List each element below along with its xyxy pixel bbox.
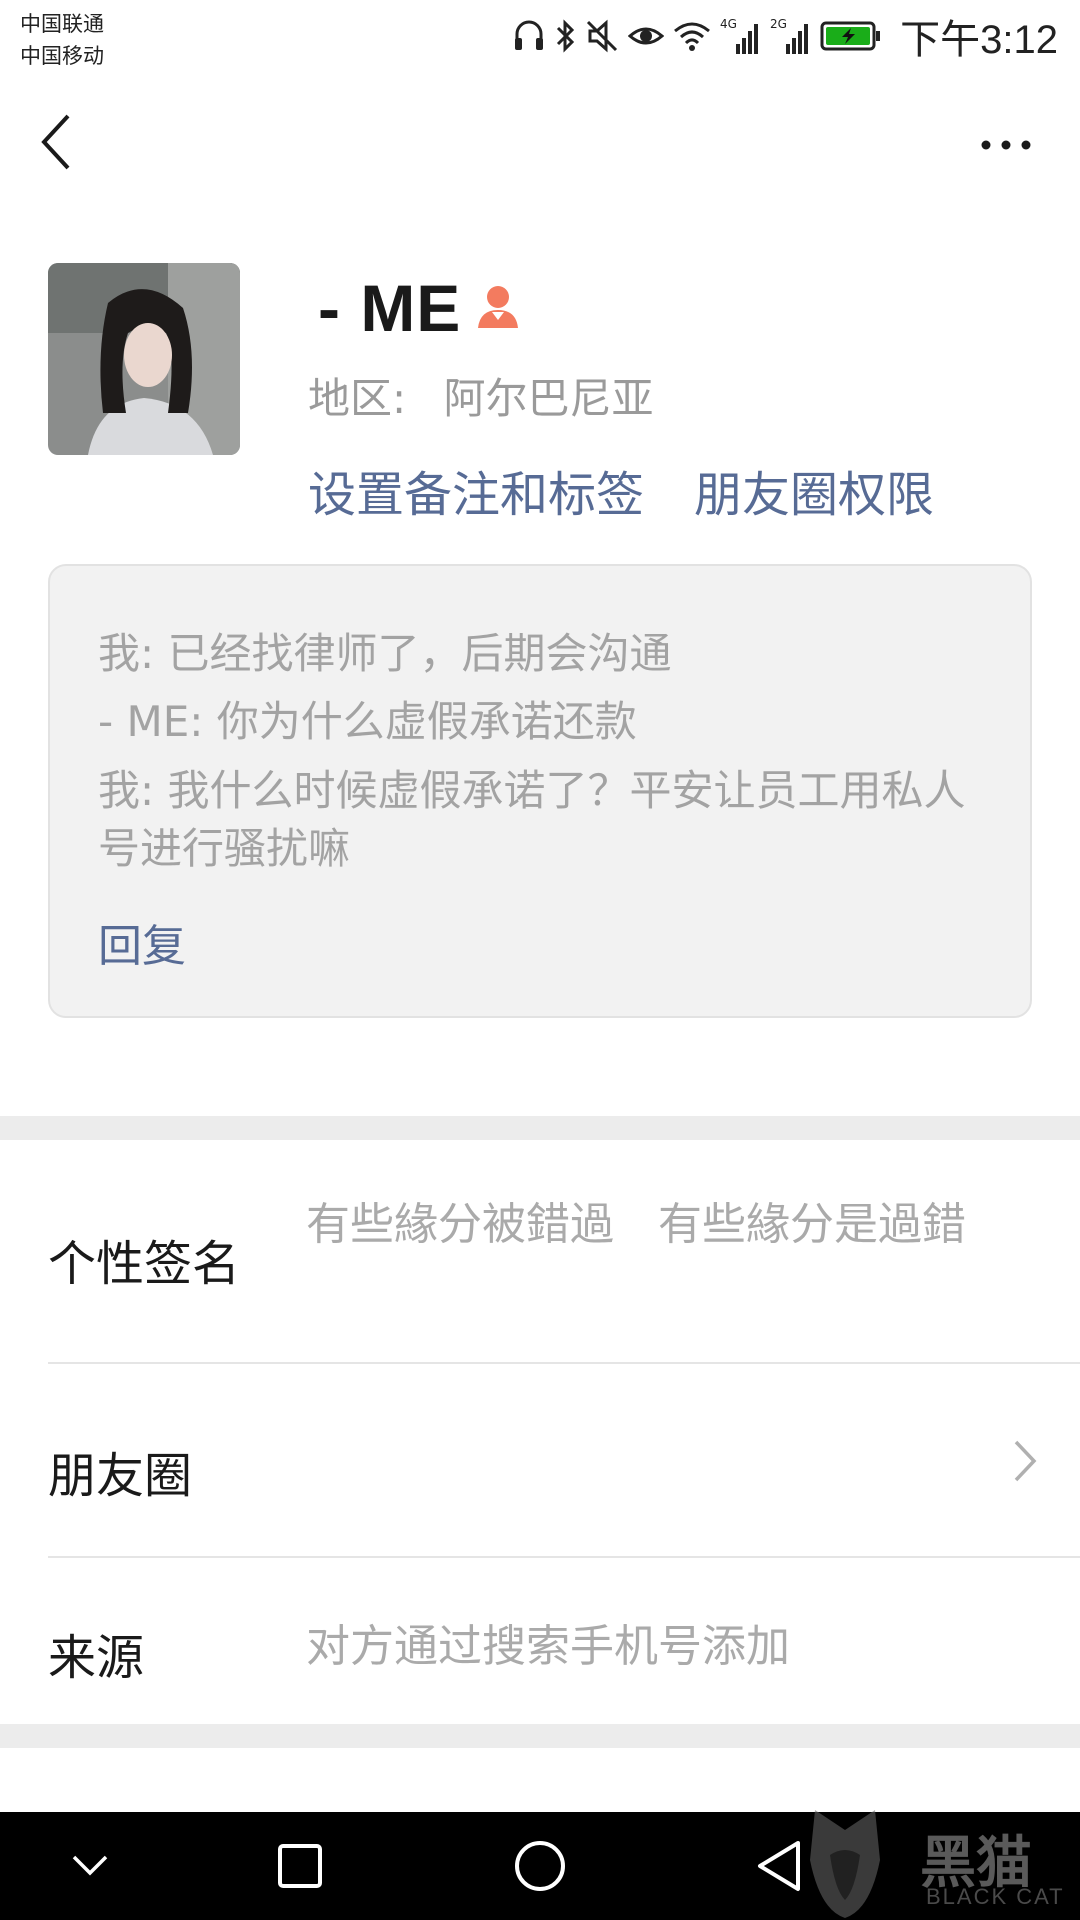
message-card: 我: 已经找律师了，后期会沟通 - ME: 你为什么虚假承诺还款 我: 我什么时…	[48, 564, 1032, 1018]
message-line: 我: 我什么时候虚假承诺了？平安让员工用私人号进行骚扰嘛	[98, 766, 966, 873]
avatar[interactable]	[48, 263, 240, 455]
more-dots-icon	[981, 140, 1031, 150]
section-separator	[0, 1724, 1080, 1748]
signature-value: 有些緣分被錯過 有些緣分是過錯	[306, 1199, 966, 1250]
nav-bar	[0, 90, 1080, 200]
chevron-down-icon	[72, 1855, 108, 1876]
message-line: 我: 已经找律师了，后期会沟通	[98, 629, 672, 678]
nickname: - ME	[318, 271, 462, 345]
status-time: 下午3:12	[900, 18, 1058, 62]
source-row: 来源 对方通过搜索手机号添加	[48, 1558, 1080, 1724]
triangle-back-icon	[758, 1841, 800, 1891]
signature-label: 个性签名	[48, 1236, 241, 1292]
status-bar: 中国联通 中国移动 4G 2G 下午3:12	[0, 0, 1080, 80]
carrier-info: 中国联通 中国移动	[20, 8, 104, 72]
square-icon	[278, 1844, 322, 1888]
carrier-2: 中国移动	[20, 44, 104, 68]
signal-icon: 2G	[770, 16, 812, 56]
message-line: - ME: 你为什么虚假承诺还款	[98, 697, 637, 746]
chevron-right-icon	[1014, 1440, 1037, 1482]
moments-permission-link[interactable]: 朋友圈权限	[694, 455, 934, 525]
signal-icon: 4G	[720, 16, 762, 56]
watermark-subtext: BLACK CAT	[926, 1884, 1065, 1909]
region-value: 阿尔巴尼亚	[443, 374, 654, 423]
back-button[interactable]	[30, 108, 90, 178]
eye-icon	[628, 18, 665, 54]
status-icons: 4G 2G 下午3:12	[512, 14, 1058, 62]
chevron-left-icon	[41, 114, 70, 170]
bluetooth-icon	[554, 18, 578, 54]
action-links: 设置备注和标签 朋友圈权限	[308, 455, 934, 525]
region-label: 地区:	[308, 374, 407, 423]
region-row: 地区: 阿尔巴尼亚	[308, 365, 678, 426]
female-icon	[475, 282, 521, 334]
source-label: 来源	[48, 1630, 145, 1686]
nickname-row: - ME	[318, 268, 521, 348]
wifi-icon	[672, 18, 712, 54]
mute-icon	[586, 18, 620, 54]
source-value: 对方通过搜索手机号添加	[306, 1621, 790, 1672]
moments-label: 朋友圈	[48, 1448, 193, 1504]
section-separator	[0, 1116, 1080, 1140]
headphones-icon	[512, 18, 546, 54]
network-1-label: 4G	[720, 17, 737, 31]
set-remark-link[interactable]: 设置备注和标签	[308, 455, 644, 525]
collapse-button[interactable]	[30, 1812, 150, 1920]
signature-row: 个性签名 有些緣分被錯過 有些緣分是過錯	[48, 1140, 1080, 1362]
battery-charging-icon	[820, 20, 882, 52]
network-2-label: 2G	[770, 17, 787, 31]
circle-icon	[515, 1841, 565, 1891]
carrier-1: 中国联通	[20, 12, 104, 36]
home-button[interactable]	[480, 1812, 600, 1920]
avatar-photo	[48, 263, 240, 455]
more-button[interactable]	[970, 120, 1042, 170]
moments-row[interactable]: 朋友圈	[48, 1364, 1080, 1556]
recents-button[interactable]	[240, 1812, 360, 1920]
reply-link[interactable]: 回复	[98, 910, 186, 974]
